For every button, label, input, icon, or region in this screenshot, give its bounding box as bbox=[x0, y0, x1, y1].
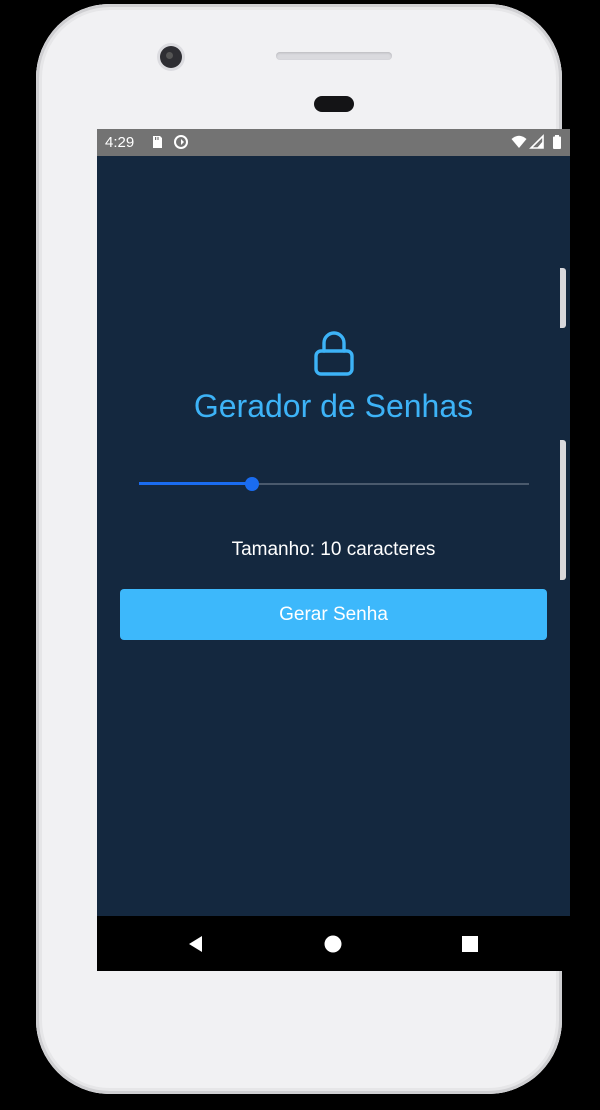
volume-button bbox=[560, 440, 566, 580]
page-title: Gerador de Senhas bbox=[193, 388, 474, 424]
battery-icon bbox=[553, 135, 561, 149]
signal-icon bbox=[529, 134, 544, 149]
navigation-bar bbox=[97, 916, 570, 971]
sync-icon bbox=[174, 135, 188, 149]
home-icon[interactable] bbox=[322, 933, 344, 955]
status-time: 4:29 bbox=[105, 134, 135, 151]
status-bar: 4:29 bbox=[97, 129, 570, 156]
back-icon[interactable] bbox=[185, 933, 207, 955]
sd-card-icon bbox=[153, 136, 162, 148]
power-button bbox=[560, 268, 566, 328]
recents-icon[interactable] bbox=[459, 933, 481, 955]
length-slider[interactable] bbox=[139, 474, 529, 494]
lock-icon bbox=[314, 331, 354, 376]
earpiece-speaker bbox=[276, 52, 392, 60]
wifi-icon bbox=[511, 135, 527, 148]
phone-frame: 4:29 Gerador de Senhas Tamanho: 10 carac… bbox=[36, 4, 570, 1094]
proximity-sensor bbox=[314, 96, 354, 112]
slider-fill bbox=[139, 482, 253, 485]
screen: 4:29 Gerador de Senhas Tamanho: 10 carac… bbox=[97, 129, 570, 971]
slider-thumb[interactable] bbox=[245, 477, 260, 491]
length-label: Tamanho: 10 caracteres bbox=[231, 539, 436, 560]
generate-password-button[interactable]: Gerar Senha bbox=[120, 589, 547, 640]
password-generator-app: Gerador de Senhas Tamanho: 10 caracteres… bbox=[97, 156, 570, 916]
front-camera bbox=[160, 46, 182, 68]
